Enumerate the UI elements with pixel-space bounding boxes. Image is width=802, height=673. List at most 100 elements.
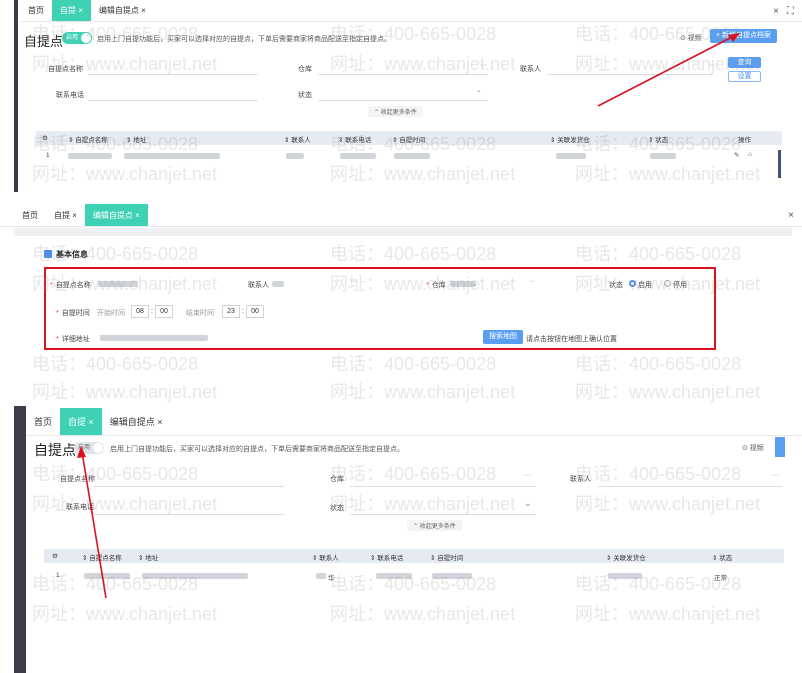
th-phone[interactable]: ⇕ 联系电话 [370, 552, 403, 562]
status-disabled-radio[interactable] [664, 280, 671, 287]
redacted-warehouse [556, 153, 586, 159]
start-hour-input[interactable]: 08 [131, 305, 149, 318]
th-address[interactable]: ⇕ 地址 [126, 134, 146, 144]
side-nav-strip [14, 406, 26, 673]
contact-label: 联系人 [248, 282, 269, 289]
filter-contact-input[interactable] [548, 74, 713, 75]
filter-status-label: 状态 [330, 505, 344, 512]
table-header: ⚙ ⇕ 自提点名称 ⇕ 地址 ⇕ 联系人 ⇕ 联系电话 ⇕ 自提时间 ⇕ 关联发… [36, 131, 782, 145]
video-link[interactable]: ⊙ 视频 [742, 443, 764, 453]
th-status[interactable]: ⇕ 状态 [712, 552, 732, 562]
add-pickup-point-button[interactable]: + 新增自提点档案 [710, 29, 777, 43]
th-status[interactable]: ⇕ 状态 [648, 134, 668, 144]
filter-phone-input[interactable] [88, 100, 258, 101]
start-time-label: 开始时间 [97, 310, 125, 317]
th-time[interactable]: ⇕ 自提时间 [392, 134, 425, 144]
column-settings-icon[interactable]: ⚙ [52, 552, 58, 560]
th-phone[interactable]: ⇕ 联系电话 [338, 134, 371, 144]
fullscreen-icon[interactable]: ⛶ [787, 6, 794, 17]
add-button-edge[interactable] [775, 437, 785, 457]
th-time[interactable]: ⇕ 自提时间 [430, 552, 463, 562]
redacted-address [100, 335, 208, 341]
filter-phone-label: 联系电话 [66, 504, 94, 511]
tab-self-pickup[interactable]: 自提 × [52, 0, 91, 21]
tab-home[interactable]: 首页 [0, 204, 46, 226]
enable-toggle[interactable]: 启用 [74, 442, 104, 454]
redacted-name [98, 281, 138, 287]
filter-warehouse-select[interactable] [318, 74, 488, 75]
search-map-button[interactable]: 搜索地图 [483, 330, 523, 344]
video-link[interactable]: ⊙ 视频 [680, 33, 702, 43]
tab-edit-pickup[interactable]: 编辑自提点 × [91, 0, 154, 21]
end-minute-input[interactable]: 00 [246, 305, 264, 318]
filter-contact-label: 联系人 [570, 476, 591, 483]
close-icon[interactable]: × [773, 6, 779, 17]
chevron-down-icon[interactable]: ⌄ [476, 86, 482, 94]
time-label: * 自提时间 [56, 310, 90, 317]
more-icon[interactable]: ··· [708, 62, 715, 69]
time-colon: : [242, 308, 244, 315]
redacted-time [432, 573, 472, 579]
section-icon [44, 250, 52, 258]
th-actions: 操作 [738, 137, 751, 144]
th-contact[interactable]: ⇕ 联系人 [284, 134, 311, 144]
redacted-contact [316, 573, 326, 579]
column-settings-icon[interactable]: ⚙ [42, 134, 48, 142]
enable-toggle[interactable]: 启用 [62, 32, 92, 44]
page-title: 自提点 [24, 34, 64, 49]
end-hour-input[interactable]: 23 [222, 305, 240, 318]
tab-home[interactable]: 首页 [26, 408, 60, 435]
query-button[interactable]: 查询 [728, 57, 761, 68]
delete-icon[interactable]: ⌂ [748, 151, 752, 158]
th-name[interactable]: ⇕ 自提点名称 [68, 134, 108, 144]
redacted-warehouse [608, 573, 642, 579]
th-address[interactable]: ⇕ 地址 [138, 552, 158, 562]
edit-icon[interactable]: ✎ [734, 151, 739, 159]
row-status: 正常 [714, 575, 727, 582]
time-colon: : [151, 308, 153, 315]
page-title: 自提点 [34, 442, 76, 458]
th-contact[interactable]: ⇕ 联系人 [312, 552, 339, 562]
filter-contact-input[interactable] [598, 486, 782, 487]
tab-edit-pickup[interactable]: 编辑自提点 × [102, 408, 171, 435]
th-warehouse[interactable]: ⇕ 关联发货仓 [550, 134, 590, 144]
redacted-address [124, 153, 220, 159]
start-minute-input[interactable]: 00 [155, 305, 173, 318]
more-icon[interactable]: ··· [350, 278, 357, 285]
filter-phone-input[interactable] [94, 514, 284, 515]
filter-status-select[interactable] [318, 100, 488, 101]
more-icon[interactable]: ··· [528, 278, 535, 285]
status-label: 状态 [609, 282, 623, 289]
collapse-filters-button[interactable]: ⌃ 收起更多条件 [368, 106, 423, 117]
redacted-phone [340, 153, 376, 159]
th-warehouse[interactable]: ⇕ 关联发货仓 [606, 552, 646, 562]
window-tools: × ⛶ [773, 6, 794, 17]
redacted-time [394, 153, 430, 159]
filter-status-select[interactable] [350, 514, 536, 515]
tab-edit-pickup[interactable]: 编辑自提点 × [84, 204, 148, 226]
filter-phone-label: 联系电话 [56, 92, 84, 99]
more-icon[interactable]: ··· [524, 472, 531, 479]
panel-list-view-top: 首页 自提 × 编辑自提点 × × ⛶ 自提点 启用 启用上门自提功能后，买家可… [0, 0, 802, 192]
filter-contact-label: 联系人 [520, 66, 541, 73]
filter-name-input[interactable] [88, 74, 258, 75]
redacted-address [142, 573, 248, 579]
tab-bar: 首页 自提 × 编辑自提点 × [26, 408, 802, 436]
status-enabled-radio[interactable] [629, 280, 636, 287]
th-name[interactable]: ⇕ 自提点名称 [82, 552, 122, 562]
collapse-filters-button[interactable]: ⌃ 收起更多条件 [407, 520, 462, 531]
close-icon[interactable]: × [788, 210, 794, 221]
more-icon[interactable]: ··· [480, 62, 487, 69]
chevron-down-icon[interactable]: ⌄ [524, 498, 532, 509]
feature-description: 启用上门自提功能后，买家可以选择对应的自提点，下单后需要商家将商品配送至指定自提… [110, 446, 404, 453]
row-index: 1 [56, 572, 60, 579]
tab-self-pickup[interactable]: 自提 × [60, 408, 102, 435]
tab-home[interactable]: 首页 [20, 0, 52, 21]
more-icon[interactable]: ··· [772, 472, 779, 479]
vertical-scrollbar[interactable] [778, 150, 781, 178]
panel-list-view-bottom: 首页 自提 × 编辑自提点 × 自提点 启用 启用上门自提功能后，买家可以选择对… [0, 406, 802, 673]
reset-button[interactable]: 设置 [728, 71, 761, 82]
filter-name-input[interactable] [94, 486, 284, 487]
filter-warehouse-select[interactable] [350, 486, 536, 487]
tab-self-pickup[interactable]: 自提 × [46, 204, 85, 226]
